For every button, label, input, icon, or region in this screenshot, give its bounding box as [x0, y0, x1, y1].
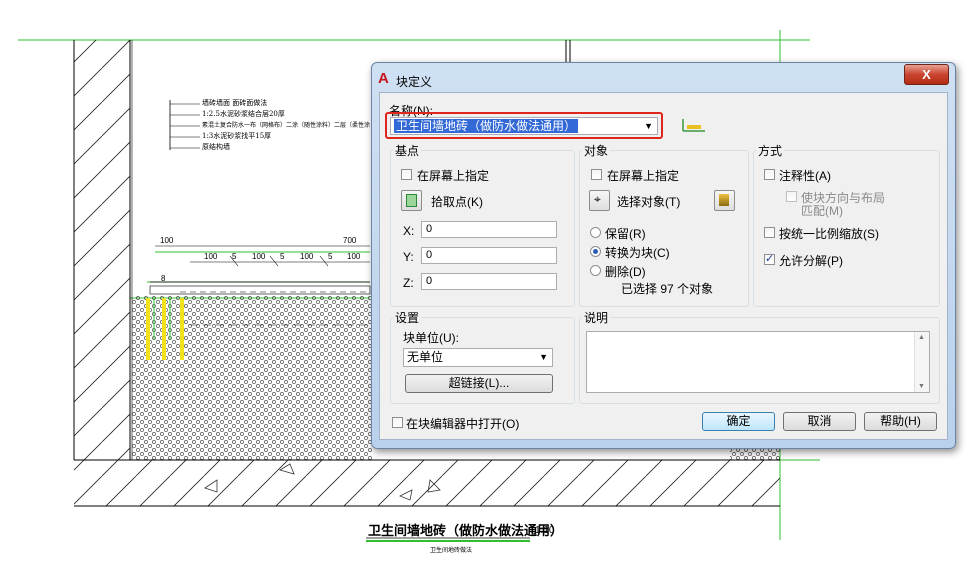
objects-on-screen-label: 在屏幕上指定: [607, 169, 680, 183]
block-unit-select[interactable]: 无单位 ▼: [403, 348, 553, 367]
dim-row-6: 5: [328, 252, 333, 261]
delete-label: 删除(D): [605, 265, 646, 279]
legend-line-5: 原结构墙: [202, 143, 230, 151]
block-preview-icon: [679, 113, 707, 137]
delete-radio[interactable]: [590, 265, 601, 276]
basepoint-on-screen-checkbox[interactable]: [401, 169, 412, 180]
description-textarea[interactable]: ▲ ▼: [586, 331, 930, 393]
autocad-logo-icon: A: [378, 70, 389, 87]
open-in-editor-checkbox[interactable]: [392, 417, 403, 428]
legend-line-3: 素混土复合防水一布（网格布）二涂（随性涂料）二层（柔性涂料）: [202, 122, 370, 129]
close-icon: X: [922, 67, 931, 82]
pick-point-icon: [406, 194, 417, 207]
cancel-button[interactable]: 取消: [783, 412, 856, 431]
allow-explode-checkbox[interactable]: [764, 252, 775, 265]
retain-radio[interactable]: [590, 227, 601, 238]
block-definition-dialog: A 块定义 X 名称(N): 卫生间墙地砖（做防水做法通用） ▼ 基点 在屏幕上…: [371, 62, 956, 449]
quick-select-button[interactable]: [714, 190, 735, 211]
legend-line-1: 墙砖墙面 面砖面做法: [202, 99, 268, 107]
chevron-down-icon: ▼: [539, 352, 548, 362]
scroll-up-icon[interactable]: ▲: [918, 334, 925, 341]
block-unit-label: 块单位(U):: [403, 331, 459, 345]
description-group-title: 说明: [582, 309, 611, 326]
basepoint-group-title: 基点: [393, 142, 422, 159]
scale-uniformly-label: 按统一比例缩放(S): [779, 227, 879, 241]
select-objects-button[interactable]: ⌖: [589, 190, 610, 211]
block-name-value: 卫生间墙地砖（做防水做法通用）: [394, 119, 579, 133]
description-scrollbar[interactable]: ▲ ▼: [914, 332, 929, 392]
open-in-editor-label: 在块编辑器中打开(O): [406, 417, 520, 431]
annotative-label: 注释性(A): [779, 169, 831, 183]
dim-side-8: 8: [161, 274, 166, 283]
scroll-down-icon[interactable]: ▼: [918, 383, 925, 390]
ok-button[interactable]: 确定: [702, 412, 775, 431]
dialog-title: 块定义: [396, 75, 433, 89]
close-button[interactable]: X: [904, 64, 949, 85]
dialog-title-bar[interactable]: A 块定义 X: [372, 63, 955, 93]
objects-group-title: 对象: [582, 142, 611, 159]
dim-row-7: 100: [347, 252, 361, 261]
pick-point-label: 拾取点(K): [431, 195, 483, 209]
selected-count-text: 已选择 97 个对象: [621, 282, 714, 296]
settings-group-title: 设置: [393, 309, 422, 326]
dim-top-100: 100: [160, 236, 174, 245]
annotative-checkbox[interactable]: [764, 169, 775, 180]
dim-row-5: 100: [300, 252, 314, 261]
scale-uniformly-checkbox[interactable]: [764, 227, 775, 238]
block-name-combo[interactable]: 卫生间墙地砖（做防水做法通用） ▼: [390, 117, 658, 135]
help-button[interactable]: 帮助(H): [864, 412, 937, 431]
behavior-group-title: 方式: [756, 142, 785, 159]
dim-row-3: 100: [252, 252, 266, 261]
y-label: Y:: [403, 250, 414, 264]
match-orientation-checkbox[interactable]: [786, 191, 797, 202]
drawing-caption-scale: 1:10: [535, 525, 555, 536]
block-unit-value: 无单位: [407, 350, 444, 364]
dim-row-4: 5: [280, 252, 285, 261]
x-input[interactable]: 0: [421, 221, 557, 238]
crosshair-icon: ⌖: [594, 192, 601, 206]
chevron-down-icon: ▼: [644, 121, 653, 131]
dialog-body: 名称(N): 卫生间墙地砖（做防水做法通用） ▼ 基点 在屏幕上指定 拾取点(K…: [379, 92, 948, 440]
x-label: X:: [403, 224, 415, 238]
match-orientation-label-2: 匹配(M): [801, 204, 843, 218]
legend-line-2: 1:2.5水泥砂浆结合层20厚: [202, 110, 285, 118]
quick-select-icon: [719, 194, 729, 206]
pick-point-button[interactable]: [401, 190, 422, 211]
legend-line-4: 1:3水泥砂浆找平15厚: [202, 132, 272, 140]
select-objects-label: 选择对象(T): [617, 195, 681, 209]
drawing-caption-title: 卫生间墙地砖（做防水做法通用）: [368, 524, 564, 539]
drawing-caption-sub: 卫生间地砖做法: [430, 547, 473, 554]
z-input[interactable]: 0: [421, 273, 557, 290]
objects-on-screen-checkbox[interactable]: [591, 169, 602, 180]
y-input[interactable]: 0: [421, 247, 557, 264]
z-label: Z:: [403, 276, 414, 290]
basepoint-on-screen-label: 在屏幕上指定: [417, 169, 490, 183]
retain-label: 保留(R): [605, 227, 646, 241]
dim-row-1: 100: [204, 252, 218, 261]
hyperlink-button[interactable]: 超链接(L)...: [405, 374, 553, 393]
convert-to-block-radio[interactable]: [590, 246, 601, 257]
dim-top-700: 700: [343, 236, 357, 245]
dim-row-2: 5: [232, 252, 237, 261]
allow-explode-label: 允许分解(P): [779, 254, 843, 268]
convert-to-block-label: 转换为块(C): [605, 246, 670, 260]
